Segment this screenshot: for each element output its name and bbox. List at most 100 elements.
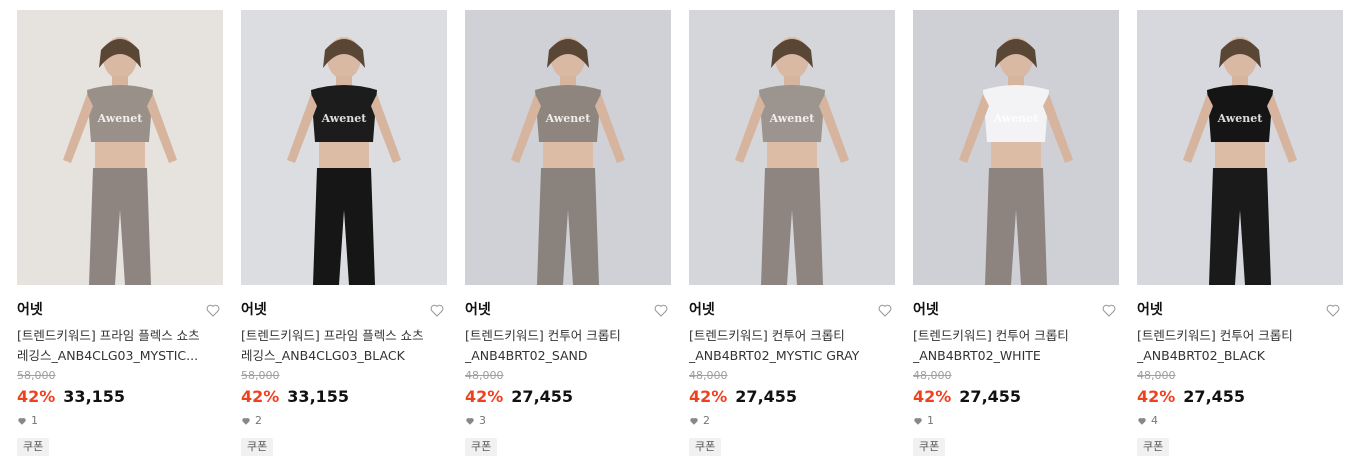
original-price: 48,000 <box>465 369 504 382</box>
sale-price: 27,455 <box>1183 387 1246 406</box>
coupon-badge: 쿠폰 <box>465 438 498 456</box>
price-row: 42% 27,455 <box>465 387 671 407</box>
brand-name[interactable]: 어넷 <box>465 301 671 319</box>
like-count-value: 1 <box>31 414 38 427</box>
coupon-badge: 쿠폰 <box>241 438 274 456</box>
price-row: 42% 27,455 <box>689 387 895 407</box>
coupon-badge: 쿠폰 <box>689 438 722 456</box>
product-name-line: [트렌드키워드] 프라임 플렉스 쇼츠 <box>241 328 424 343</box>
heart-filled-icon <box>242 418 250 425</box>
product-name[interactable]: [트렌드키워드] 프라임 플렉스 쇼츠 레깅스_ANB4CLG03_BLACK <box>241 326 447 366</box>
brand-name[interactable]: 어넷 <box>241 301 447 319</box>
brand-name[interactable]: 어넷 <box>689 301 895 319</box>
product-card[interactable]: Awenet 어넷 [트렌드키워드] 프라임 플렉스 쇼츠 레깅스_ANB4CL… <box>241 10 447 456</box>
product-name[interactable]: [트렌드키워드] 컨투어 크롭티 _ANB4BRT02_WHITE <box>913 326 1119 366</box>
price-row: 42% 27,455 <box>1137 387 1343 407</box>
heart-filled-icon <box>466 418 474 425</box>
product-name-line: 레깅스_ANB4CLG03_MYSTIC... <box>17 348 199 363</box>
sale-price: 27,455 <box>735 387 798 406</box>
heart-icon[interactable] <box>653 302 669 318</box>
product-name-line: [트렌드키워드] 컨투어 크롭티 <box>913 328 1069 343</box>
like-count-value: 2 <box>703 414 710 427</box>
heart-filled-icon <box>1138 418 1146 425</box>
product-card[interactable]: Awenet 어넷 [트렌드키워드] 프라임 플렉스 쇼츠 레깅스_ANB4CL… <box>17 10 223 456</box>
coupon-badge: 쿠폰 <box>1137 438 1170 456</box>
photo-logo-text: Awenet <box>545 112 592 125</box>
model-photo-illustration: Awenet <box>241 10 447 285</box>
brand-name[interactable]: 어넷 <box>1137 301 1343 319</box>
product-name[interactable]: [트렌드키워드] 컨투어 크롭티 _ANB4BRT02_SAND <box>465 326 671 366</box>
model-photo-illustration: Awenet <box>17 10 223 285</box>
like-count: 2 <box>241 414 447 428</box>
discount-rate: 42% <box>241 387 280 406</box>
sale-price: 33,155 <box>287 387 350 406</box>
price-row: 42% 27,455 <box>913 387 1119 407</box>
model-photo-illustration: Awenet <box>1137 10 1343 285</box>
product-name-line: _ANB4BRT02_WHITE <box>913 348 1041 363</box>
product-name-line: _ANB4BRT02_MYSTIC GRAY <box>689 348 860 363</box>
discount-rate: 42% <box>465 387 504 406</box>
product-photo[interactable]: Awenet <box>241 10 447 285</box>
photo-logo-text: Awenet <box>769 112 816 125</box>
like-count: 1 <box>17 414 223 428</box>
like-count: 1 <box>913 414 1119 428</box>
product-name-line: [트렌드키워드] 컨투어 크롭티 <box>465 328 621 343</box>
product-grid: Awenet 어넷 [트렌드키워드] 프라임 플렉스 쇼츠 레깅스_ANB4CL… <box>0 0 1359 475</box>
coupon-badge: 쿠폰 <box>17 438 50 456</box>
product-name-line: [트렌드키워드] 컨투어 크롭티 <box>1137 328 1293 343</box>
like-count-value: 4 <box>1151 414 1158 427</box>
sale-price: 33,155 <box>63 387 126 406</box>
product-name-line: [트렌드키워드] 컨투어 크롭티 <box>689 328 845 343</box>
like-count-value: 3 <box>479 414 486 427</box>
heart-icon[interactable] <box>429 302 445 318</box>
heart-icon[interactable] <box>877 302 893 318</box>
product-name-line: _ANB4BRT02_BLACK <box>1137 348 1265 363</box>
discount-rate: 42% <box>17 387 56 406</box>
product-photo[interactable]: Awenet <box>689 10 895 285</box>
heart-filled-icon <box>690 418 698 425</box>
photo-logo-text: Awenet <box>97 112 144 125</box>
product-card[interactable]: Awenet 어넷 [트렌드키워드] 컨투어 크롭티 _ANB4BRT02_MY… <box>689 10 895 456</box>
price-row: 42% 33,155 <box>17 387 223 407</box>
model-photo-illustration: Awenet <box>465 10 671 285</box>
original-price: 48,000 <box>1137 369 1176 382</box>
product-name[interactable]: [트렌드키워드] 컨투어 크롭티 _ANB4BRT02_MYSTIC GRAY <box>689 326 895 366</box>
like-count: 2 <box>689 414 895 428</box>
like-count: 4 <box>1137 414 1343 428</box>
heart-icon[interactable] <box>1101 302 1117 318</box>
product-card[interactable]: Awenet 어넷 [트렌드키워드] 컨투어 크롭티 _ANB4BRT02_WH… <box>913 10 1119 456</box>
discount-rate: 42% <box>689 387 728 406</box>
product-name[interactable]: [트렌드키워드] 프라임 플렉스 쇼츠 레깅스_ANB4CLG03_MYSTIC… <box>17 326 223 366</box>
sale-price: 27,455 <box>511 387 574 406</box>
heart-filled-icon <box>914 418 922 425</box>
price-row: 42% 33,155 <box>241 387 447 407</box>
original-price: 58,000 <box>241 369 280 382</box>
heart-icon[interactable] <box>1325 302 1341 318</box>
heart-icon[interactable] <box>205 302 221 318</box>
model-photo-illustration: Awenet <box>689 10 895 285</box>
like-count: 3 <box>465 414 671 428</box>
photo-logo-text: Awenet <box>1217 112 1264 125</box>
coupon-badge: 쿠폰 <box>913 438 946 456</box>
photo-logo-text: Awenet <box>993 112 1040 125</box>
product-photo[interactable]: Awenet <box>913 10 1119 285</box>
discount-rate: 42% <box>1137 387 1176 406</box>
product-name-line: [트렌드키워드] 프라임 플렉스 쇼츠 <box>17 328 200 343</box>
photo-logo-text: Awenet <box>321 112 368 125</box>
original-price: 48,000 <box>689 369 728 382</box>
product-name[interactable]: [트렌드키워드] 컨투어 크롭티 _ANB4BRT02_BLACK <box>1137 326 1343 366</box>
brand-name[interactable]: 어넷 <box>913 301 1119 319</box>
heart-filled-icon <box>18 418 26 425</box>
brand-name[interactable]: 어넷 <box>17 301 223 319</box>
discount-rate: 42% <box>913 387 952 406</box>
product-card[interactable]: Awenet 어넷 [트렌드키워드] 컨투어 크롭티 _ANB4BRT02_SA… <box>465 10 671 456</box>
original-price: 58,000 <box>17 369 56 382</box>
like-count-value: 1 <box>927 414 934 427</box>
model-photo-illustration: Awenet <box>913 10 1119 285</box>
product-name-line: _ANB4BRT02_SAND <box>465 348 588 363</box>
product-photo[interactable]: Awenet <box>465 10 671 285</box>
product-photo[interactable]: Awenet <box>17 10 223 285</box>
product-photo[interactable]: Awenet <box>1137 10 1343 285</box>
product-card[interactable]: Awenet 어넷 [트렌드키워드] 컨투어 크롭티 _ANB4BRT02_BL… <box>1137 10 1343 456</box>
product-name-line: 레깅스_ANB4CLG03_BLACK <box>241 348 405 363</box>
